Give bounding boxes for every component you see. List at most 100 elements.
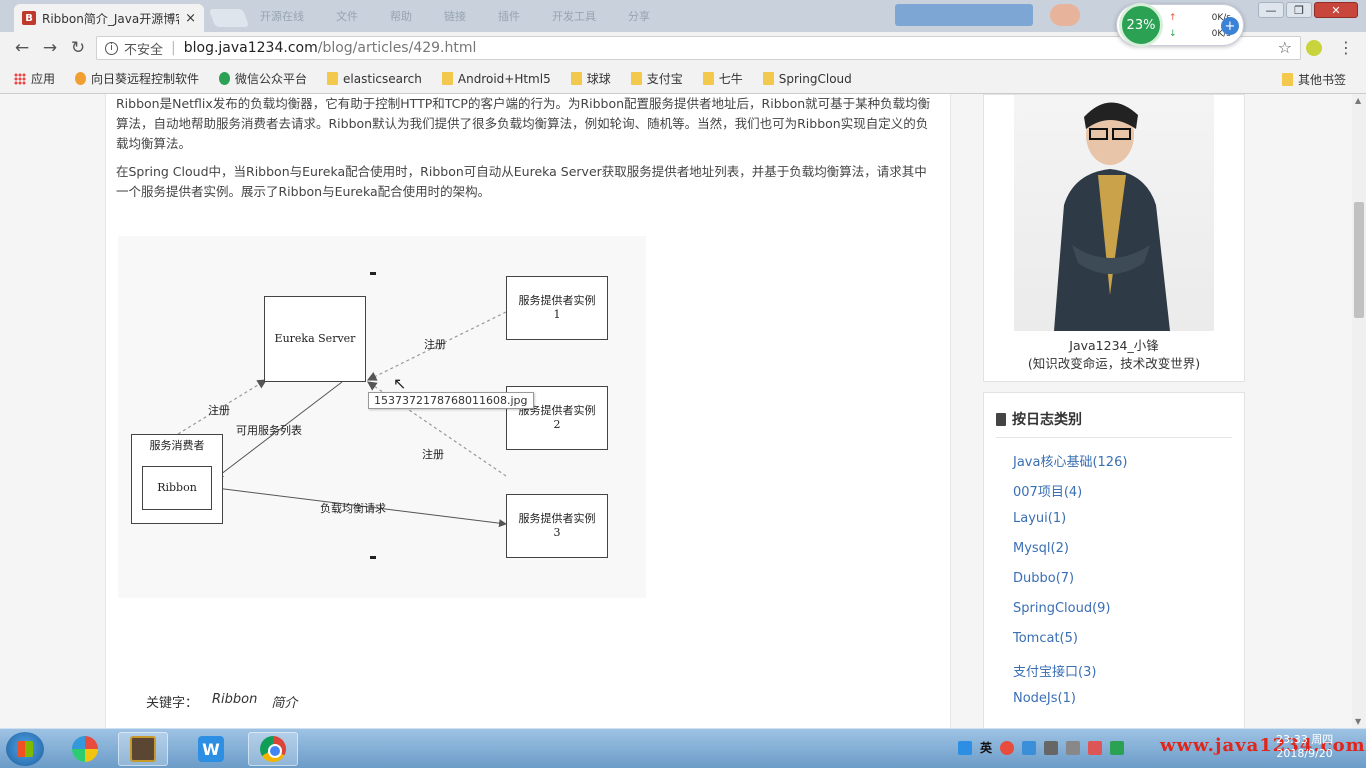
- tray-icon[interactable]: [958, 740, 972, 755]
- tab-close-icon[interactable]: ×: [185, 11, 196, 26]
- folder-icon: [702, 72, 714, 85]
- folder-icon: [327, 72, 339, 85]
- windows-logo-icon: [17, 741, 33, 757]
- blurred-tab: 帮助: [390, 10, 412, 23]
- tray-icon[interactable]: [1000, 740, 1015, 755]
- author-name: Java1234_小锋: [1069, 338, 1159, 353]
- tray-icon[interactable]: [1022, 740, 1037, 755]
- bookmark-apps[interactable]: 应用: [14, 70, 55, 87]
- bookmark-qiuqiu[interactable]: 球球: [570, 70, 611, 87]
- folder-icon: [1282, 73, 1293, 86]
- clock-time: 23:33 周四: [1276, 733, 1334, 746]
- tray-icon[interactable]: [1044, 740, 1059, 755]
- app-icon: [72, 736, 98, 762]
- bookmark-star-icon[interactable]: ☆: [1278, 38, 1292, 57]
- bookmark-qiniu[interactable]: 七牛: [702, 70, 743, 87]
- bookmark-android[interactable]: Android+Html5: [441, 71, 551, 86]
- bookmark-sunlogin[interactable]: 向日葵远程控制软件: [75, 70, 199, 87]
- taskbar-chrome[interactable]: [248, 732, 298, 766]
- category-link[interactable]: Dubbo(7): [1013, 571, 1127, 601]
- separator: |: [171, 40, 176, 56]
- close-window-button[interactable]: ✕: [1314, 2, 1358, 18]
- bookmark-label: 球球: [586, 72, 611, 86]
- input-language[interactable]: 英: [980, 739, 992, 756]
- keyword-link[interactable]: Ribbon: [212, 692, 257, 711]
- category-link[interactable]: 支付宝接口(3): [1013, 661, 1127, 691]
- label-service-list: 可用服务列表: [236, 424, 302, 437]
- restore-button[interactable]: ❐: [1286, 2, 1312, 18]
- tray-icon[interactable]: [1066, 740, 1081, 755]
- label-register-left: 注册: [208, 404, 230, 417]
- url-host: blog.java1234.com: [183, 40, 318, 56]
- bookmark-other[interactable]: 其他书签: [1282, 71, 1346, 88]
- bookmark-elasticsearch[interactable]: elasticsearch: [327, 72, 422, 86]
- tray-icon[interactable]: [1088, 740, 1103, 755]
- ribbon-box: Ribbon: [142, 466, 212, 510]
- category-header: 按日志类别: [996, 409, 1082, 429]
- forward-button[interactable]: →: [36, 38, 64, 58]
- category-link[interactable]: SpringCloud(9): [1013, 601, 1127, 631]
- keyword-link[interactable]: 简介: [271, 692, 297, 711]
- scroll-up-icon[interactable]: ▲: [1355, 96, 1361, 105]
- profile-card: Java1234_小锋 (知识改变命运，技术改变世界): [983, 94, 1245, 382]
- category-link[interactable]: Mysql(2): [1013, 541, 1127, 571]
- folder-icon: [570, 72, 582, 85]
- minimize-button[interactable]: —: [1258, 2, 1284, 18]
- upload-arrow-icon: ↑: [1169, 13, 1177, 23]
- browser-window: B Ribbon简介_Java开源博客 × 开源在线 文件 帮助 链接 插件 开…: [0, 0, 1366, 768]
- label-lb-request: 负载均衡请求: [320, 502, 386, 515]
- bookmark-label: elasticsearch: [343, 71, 422, 86]
- category-link[interactable]: 007项目(4): [1013, 481, 1127, 511]
- bookmarks-bar: 应用 向日葵远程控制软件 微信公众平台 elasticsearch Androi…: [0, 64, 1366, 94]
- back-button[interactable]: ←: [8, 38, 36, 58]
- bookmark-alipay[interactable]: 支付宝: [630, 70, 683, 87]
- add-icon[interactable]: +: [1221, 17, 1239, 35]
- start-button[interactable]: [6, 732, 44, 766]
- paragraph-intro: Ribbon是Netflix发布的负载均衡器，它有助于控制HTTP和TCP的客户…: [116, 96, 931, 151]
- extension-icon[interactable]: [1306, 40, 1322, 56]
- system-clock[interactable]: 23:33 周四 2018/9/20: [1276, 733, 1333, 761]
- category-card: 按日志类别 Java核心基础(126) 007项目(4) Layui(1) My…: [983, 392, 1245, 732]
- taskbar-app-1[interactable]: [60, 732, 110, 766]
- new-tab-button[interactable]: [208, 9, 250, 27]
- tab-active[interactable]: B Ribbon简介_Java开源博客 ×: [14, 4, 204, 32]
- taskbar-wps[interactable]: W: [186, 732, 236, 766]
- taskbar-app-2[interactable]: [118, 732, 168, 766]
- eureka-server-box: Eureka Server: [264, 296, 366, 382]
- category-link[interactable]: Layui(1): [1013, 511, 1127, 541]
- category-link[interactable]: NodeJs(1): [1013, 691, 1127, 721]
- windows-taskbar: W 英 www.java1234.com 23:33 周四 2018/9/20: [0, 728, 1366, 768]
- folder-icon: [441, 72, 453, 85]
- tray-icon[interactable]: [1110, 740, 1125, 755]
- bookmark-wechat[interactable]: 微信公众平台: [219, 70, 307, 87]
- paragraph-eureka: 在Spring Cloud中，当Ribbon与Eureka配合使用时，Ribbo…: [116, 164, 927, 199]
- reload-button[interactable]: ↻: [64, 38, 92, 58]
- bookmark-springcloud[interactable]: SpringCloud: [762, 72, 852, 86]
- folder-icon: [630, 72, 642, 85]
- scroll-down-icon[interactable]: ▼: [1355, 717, 1361, 726]
- blurred-tabs: 开源在线 文件 帮助 链接 插件 开发工具 分享: [260, 8, 650, 24]
- browser-menu-icon[interactable]: ⋮: [1338, 38, 1354, 57]
- category-link[interactable]: Tomcat(5): [1013, 631, 1127, 661]
- label-register-top: 注册: [424, 338, 446, 351]
- security-label: 不安全: [124, 42, 164, 58]
- bookmark-label: Android+Html5: [457, 71, 551, 86]
- url-path: /blog/articles/429.html: [317, 40, 477, 56]
- scrollbar-thumb[interactable]: [1354, 202, 1364, 318]
- info-icon[interactable]: i: [105, 41, 118, 55]
- bookmark-label: 支付宝: [646, 72, 683, 86]
- network-speed-widget[interactable]: 23% ↑ ↓ 0K/s 0K/s +: [1116, 3, 1244, 47]
- address-bar[interactable]: i 不安全 | blog.java1234.com/blog/articles/…: [96, 36, 1301, 60]
- site-favicon-icon: B: [22, 11, 36, 25]
- bookmark-label: 向日葵远程控制软件: [91, 72, 200, 86]
- consumer-label: 服务消费者: [149, 439, 205, 452]
- window-controls: — ❐ ✕: [1258, 2, 1358, 18]
- bookmark-label: 微信公众平台: [235, 72, 308, 86]
- folder-icon: [762, 72, 774, 85]
- page-scrollbar[interactable]: ▲ ▼: [1352, 94, 1366, 728]
- provider-3-box: 服务提供者实例 3: [506, 494, 608, 558]
- wechat-icon: [219, 72, 231, 85]
- category-link[interactable]: Java核心基础(126): [1013, 451, 1127, 481]
- blurred-button: [895, 4, 1033, 26]
- tab-title: Ribbon简介_Java开源博客: [42, 11, 180, 26]
